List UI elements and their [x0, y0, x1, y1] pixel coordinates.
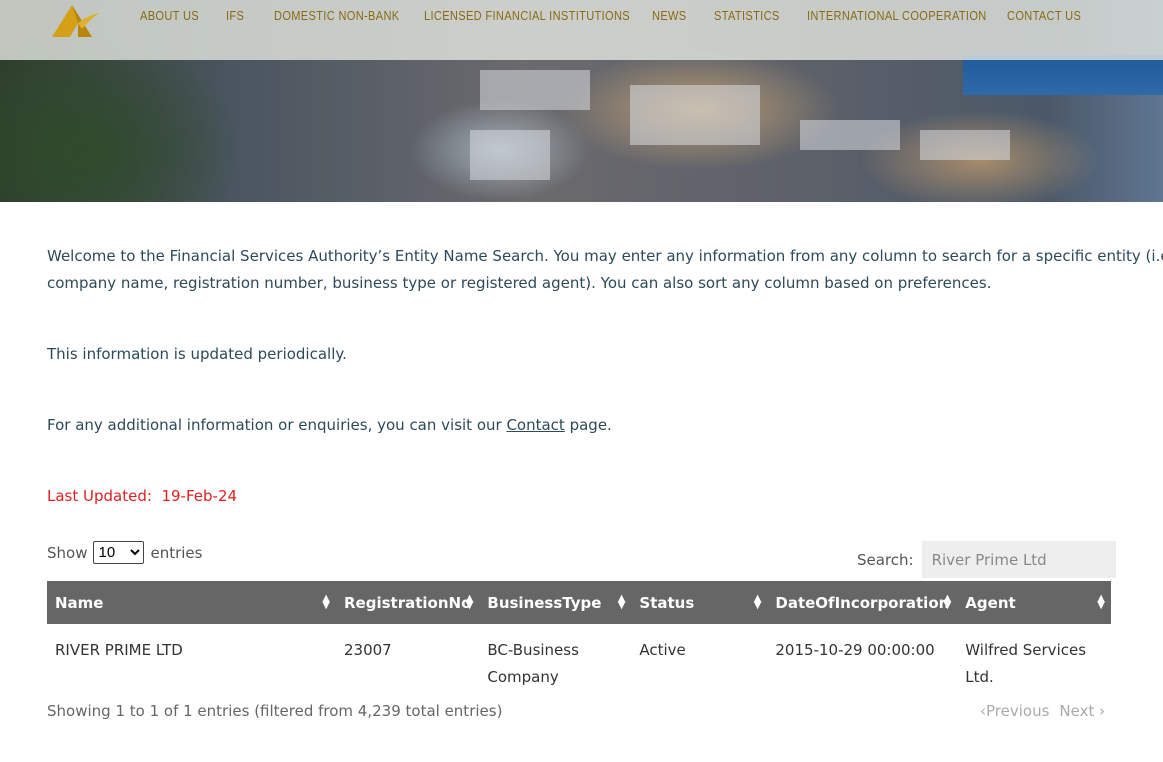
- entity-table: Name ▲ ▼ RegistrationNo ▲ ▼ BusinessType ▲ ▼ S…: [47, 581, 1111, 691]
- col-business-type[interactable]: BusinessType ▲ ▼: [479, 581, 632, 624]
- cell-agent: Wilfred Services Ltd.: [965, 641, 1087, 686]
- nav-news[interactable]: NEWS: [652, 8, 687, 23]
- next-button[interactable]: Next ›: [1059, 702, 1105, 720]
- logo[interactable]: [48, 3, 102, 39]
- search-input[interactable]: [921, 541, 1116, 578]
- sort-icon: ▲ ▼: [1097, 593, 1105, 611]
- nav-statistics[interactable]: STATISTICS: [714, 8, 780, 23]
- entries-length: Show 10 entries: [47, 541, 202, 564]
- top-navigation: ABOUT US IFS DOMESTIC NON-BANK LICENSED …: [0, 0, 1163, 60]
- sort-icon: ▲ ▼: [753, 593, 762, 611]
- previous-button[interactable]: ‹Previous: [980, 702, 1049, 720]
- cell-date: 2015-10-29 00:00:00: [775, 641, 935, 659]
- nav-contact-us[interactable]: CONTACT US: [1007, 8, 1081, 23]
- pagination: ‹Previous Next ›: [980, 702, 1105, 720]
- nav-licensed-financial-institutions[interactable]: LICENSED FINANCIAL INSTITUTIONS: [424, 8, 630, 23]
- table-row: RIVER PRIME LTD 23007 BC-Business Compan…: [47, 624, 1111, 691]
- sea: [963, 55, 1163, 95]
- cell-registration-no: 23007: [344, 641, 392, 659]
- intro-line-2: company name, registration number, busin…: [47, 274, 992, 292]
- col-status[interactable]: Status ▲ ▼: [631, 581, 768, 624]
- col-name[interactable]: Name ▲ ▼: [47, 581, 336, 624]
- update-note: This information is updated periodically…: [47, 345, 347, 363]
- contact-link[interactable]: Contact: [506, 416, 564, 434]
- cell-business-type: BC-Business Company: [487, 641, 579, 686]
- nav-domestic-non-bank[interactable]: DOMESTIC NON-BANK: [274, 8, 400, 23]
- sort-icon: ▲ ▼: [322, 593, 330, 611]
- col-registration-no[interactable]: RegistrationNo ▲ ▼: [336, 581, 480, 624]
- sort-icon: ▲ ▼: [617, 593, 626, 611]
- cell-status: Active: [639, 641, 686, 659]
- intro-line-1: Welcome to the Financial Services Author…: [47, 247, 1163, 265]
- cell-name: RIVER PRIME LTD: [55, 641, 183, 659]
- entries-select[interactable]: 10: [93, 541, 145, 564]
- col-agent[interactable]: Agent ▲ ▼: [957, 581, 1111, 624]
- contact-note: For any additional information or enquir…: [47, 416, 612, 434]
- nav-about-us[interactable]: ABOUT US: [140, 8, 199, 23]
- col-date-of-incorporation[interactable]: DateOfIncorporation ▲ ▼: [767, 581, 958, 624]
- table-info: Showing 1 to 1 of 1 entries (filtered fr…: [47, 702, 503, 720]
- sort-icon: ▲ ▼: [943, 593, 952, 611]
- last-updated: Last Updated: 19-Feb-24: [47, 487, 238, 505]
- nav-international-cooperation[interactable]: INTERNATIONAL COOPERATION: [807, 8, 987, 23]
- nav-ifs[interactable]: IFS: [226, 8, 244, 23]
- sort-icon: ▲ ▼: [465, 593, 474, 611]
- search-box: Search:: [857, 541, 1116, 578]
